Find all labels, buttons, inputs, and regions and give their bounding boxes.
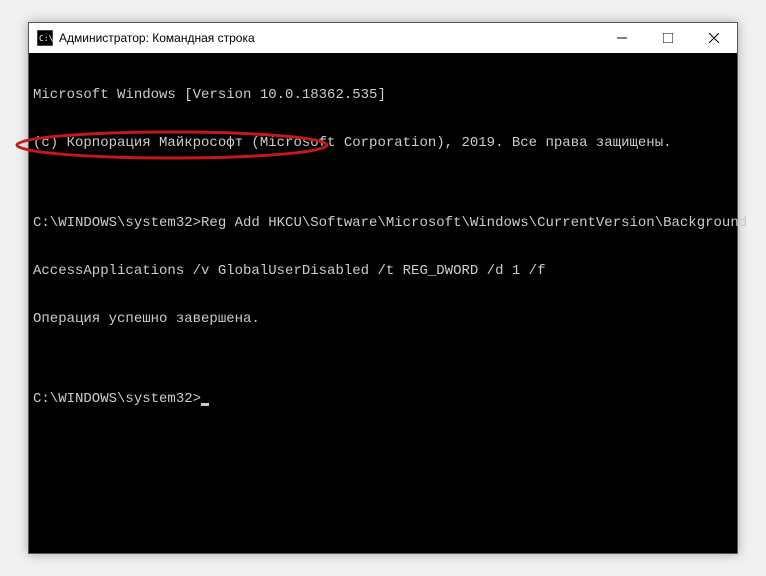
console-line: (c) Корпорация Майкрософт (Microsoft Cor… [33,135,733,151]
svg-text:C:\: C:\ [39,34,53,43]
console-prompt-line: C:\WINDOWS\system32> [33,391,733,407]
console-success-line: Операция успешно завершена. [33,311,733,327]
maximize-button[interactable] [645,23,691,53]
console-prompt: C:\WINDOWS\system32> [33,391,201,407]
titlebar[interactable]: C:\ Администратор: Командная строка [29,23,737,53]
console-line: C:\WINDOWS\system32>Reg Add HKCU\Softwar… [33,215,733,231]
cursor-icon [201,403,209,406]
close-button[interactable] [691,23,737,53]
window-title: Администратор: Командная строка [59,31,599,45]
cmd-icon: C:\ [37,30,53,46]
console-line: Microsoft Windows [Version 10.0.18362.53… [33,87,733,103]
cmd-window: C:\ Администратор: Командная строка Micr… [28,22,738,554]
console-output[interactable]: Microsoft Windows [Version 10.0.18362.53… [29,53,737,441]
minimize-button[interactable] [599,23,645,53]
window-controls [599,23,737,53]
console-line: AccessApplications /v GlobalUserDisabled… [33,263,733,279]
